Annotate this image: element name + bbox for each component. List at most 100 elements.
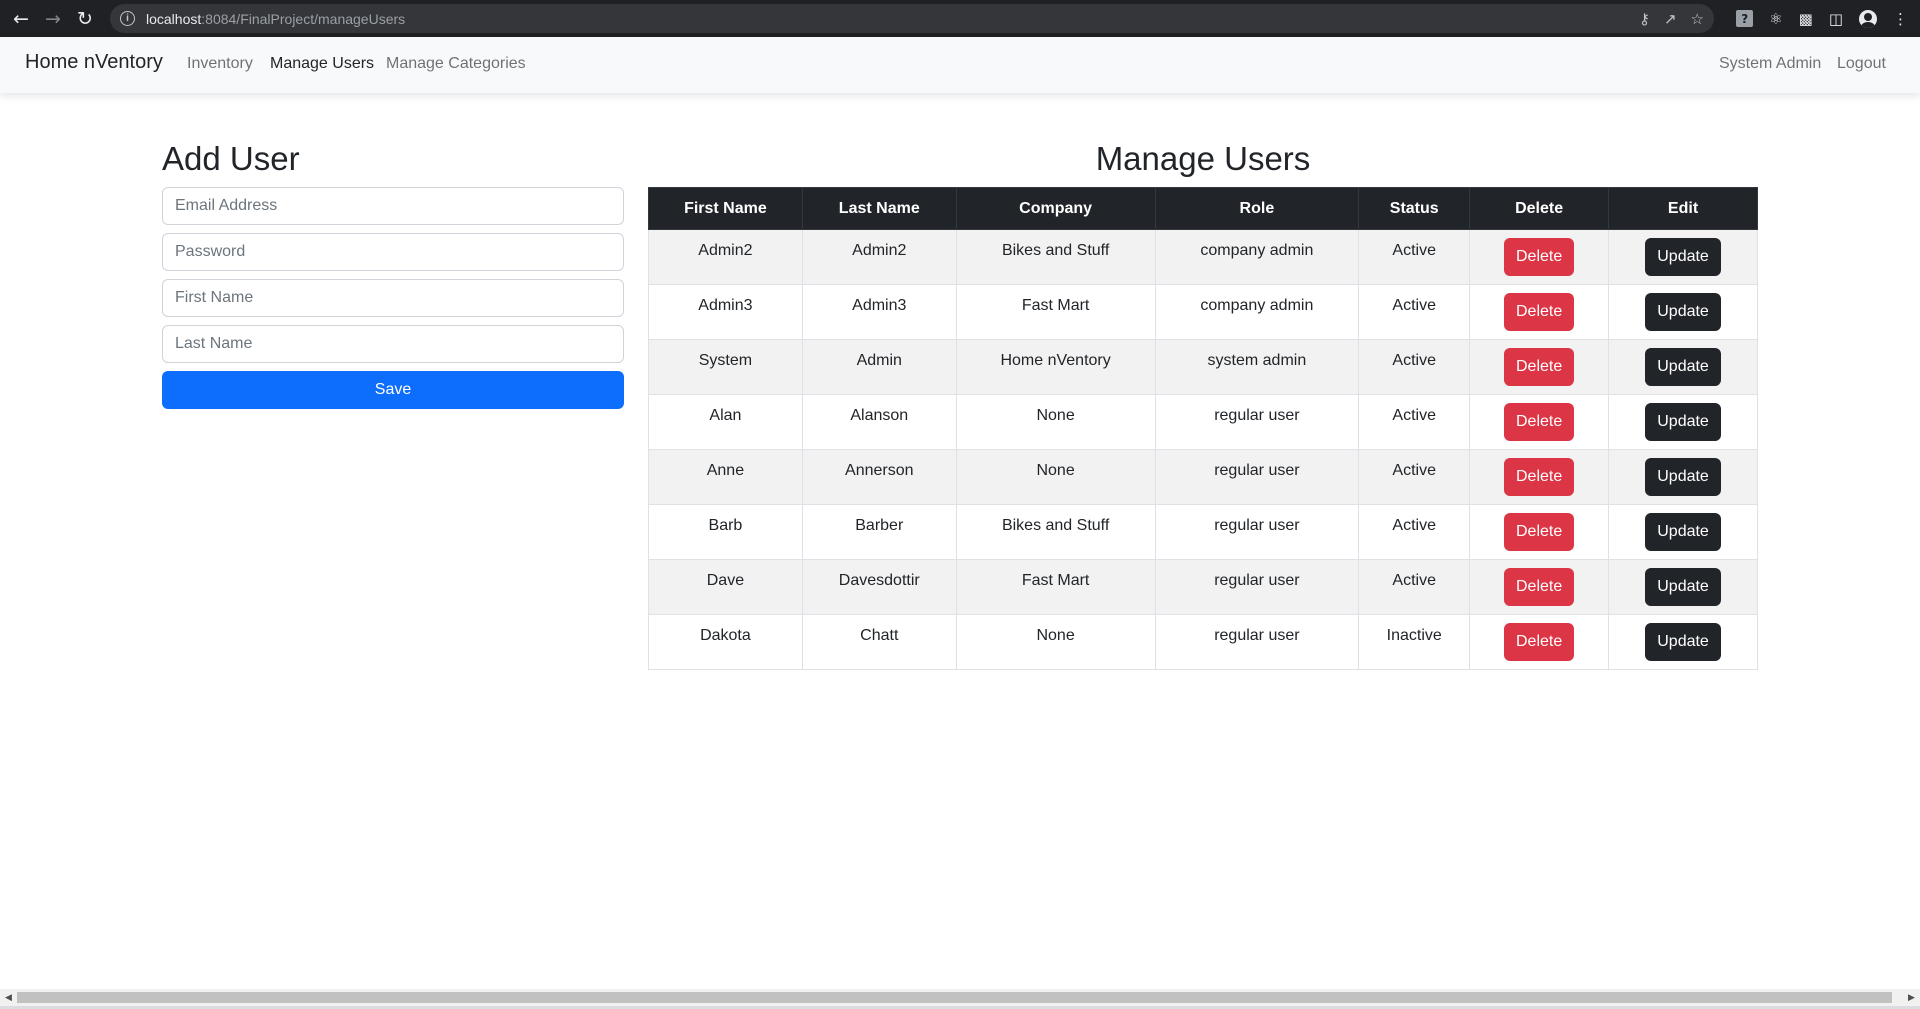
cell-edit: Update — [1608, 449, 1758, 505]
cell-edit: Update — [1608, 229, 1758, 285]
cell-company: Bikes and Stuff — [955, 504, 1156, 560]
nav-user-name[interactable]: System Admin — [1719, 55, 1821, 73]
cell-role: company admin — [1154, 284, 1360, 340]
scroll-right-icon[interactable]: ▶ — [1903, 989, 1920, 1006]
cell-role: company admin — [1154, 229, 1360, 285]
scroll-left-icon[interactable]: ◀ — [0, 989, 17, 1006]
extension-help-icon[interactable]: ? — [1736, 10, 1754, 27]
update-button[interactable]: Update — [1645, 458, 1721, 496]
cell-role: regular user — [1154, 449, 1360, 505]
delete-button[interactable]: Delete — [1503, 568, 1575, 606]
extension-atom-icon[interactable]: ⚛ — [1769, 10, 1782, 28]
puzzle-icon[interactable]: ▩ — [1799, 10, 1813, 28]
cell-role: regular user — [1154, 614, 1360, 670]
share-icon[interactable]: ↗ — [1664, 10, 1677, 28]
column-header: Status — [1358, 187, 1471, 230]
cell-company: Fast Mart — [955, 284, 1156, 340]
site-info-icon[interactable]: i — [120, 11, 135, 26]
cell-delete: Delete — [1469, 614, 1610, 670]
password-field[interactable] — [162, 233, 624, 271]
cell-role: regular user — [1154, 394, 1360, 450]
delete-button[interactable]: Delete — [1503, 403, 1575, 441]
cell-status: Inactive — [1358, 614, 1471, 670]
column-header: Last Name — [801, 187, 957, 230]
cell-edit: Update — [1608, 504, 1758, 560]
nav-inventory[interactable]: Inventory — [187, 55, 253, 73]
update-button[interactable]: Update — [1645, 238, 1721, 276]
update-button[interactable]: Update — [1645, 623, 1721, 661]
reload-icon[interactable]: ↻ — [69, 0, 101, 37]
scrollbar-thumb[interactable] — [17, 992, 1892, 1003]
forward-icon[interactable]: → — [37, 0, 69, 37]
cell-first-name: Admin3 — [648, 284, 803, 340]
users-table: First Name Last Name Company Role Status… — [648, 187, 1758, 670]
cell-edit: Update — [1608, 559, 1758, 615]
nav-manage-users[interactable]: Manage Users — [270, 55, 374, 73]
delete-button[interactable]: Delete — [1503, 623, 1575, 661]
cell-status: Active — [1358, 229, 1471, 285]
add-user-title: Add User — [162, 140, 300, 177]
cell-status: Active — [1358, 449, 1471, 505]
kebab-menu-icon[interactable]: ⋮ — [1893, 10, 1908, 28]
first-name-field[interactable] — [162, 279, 624, 317]
delete-button[interactable]: Delete — [1503, 513, 1575, 551]
cell-status: Active — [1358, 559, 1471, 615]
cell-delete: Delete — [1469, 284, 1610, 340]
update-button[interactable]: Update — [1645, 513, 1721, 551]
back-icon[interactable]: ← — [5, 0, 37, 37]
cell-last-name: Annerson — [801, 449, 957, 505]
update-button[interactable]: Update — [1645, 403, 1721, 441]
nav-logout[interactable]: Logout — [1837, 55, 1886, 73]
cell-last-name: Admin2 — [801, 229, 957, 285]
delete-button[interactable]: Delete — [1503, 238, 1575, 276]
last-name-field[interactable] — [162, 325, 624, 363]
delete-button[interactable]: Delete — [1503, 348, 1575, 386]
cell-edit: Update — [1608, 339, 1758, 395]
table-row: Admin3 Admin3 Fast Mart company admin Active… — [648, 284, 1758, 340]
cell-delete: Delete — [1469, 504, 1610, 560]
url-path: :8084/FinalProject/manageUsers — [201, 10, 406, 27]
table-row: Admin2 Admin2 Bikes and Stuff company admin… — [648, 229, 1758, 285]
table-row: Alan Alanson None regular user Active Delete U… — [648, 394, 1758, 450]
cell-last-name: Chatt — [801, 614, 957, 670]
table-row: Dave Davesdottir Fast Mart regular user Acti… — [648, 559, 1758, 615]
cell-status: Active — [1358, 339, 1471, 395]
star-icon[interactable]: ☆ — [1691, 10, 1704, 28]
brand-link[interactable]: Home nVentory — [25, 51, 163, 74]
delete-button[interactable]: Delete — [1503, 458, 1575, 496]
nav-manage-categories[interactable]: Manage Categories — [386, 55, 526, 73]
cell-company: None — [955, 394, 1156, 450]
table-row: System Admin Home nVentory system admin Acti… — [648, 339, 1758, 395]
cell-delete: Delete — [1469, 339, 1610, 395]
email-field[interactable] — [162, 187, 624, 225]
key-icon[interactable]: ⚷ — [1639, 10, 1650, 28]
cell-last-name: Davesdottir — [801, 559, 957, 615]
cell-first-name: Barb — [648, 504, 803, 560]
cell-role: regular user — [1154, 559, 1360, 615]
cell-company: Bikes and Stuff — [955, 229, 1156, 285]
column-header: First Name — [648, 187, 803, 230]
cell-delete: Delete — [1469, 229, 1610, 285]
save-button[interactable]: Save — [162, 371, 624, 409]
column-header: Company — [955, 187, 1156, 230]
cell-status: Active — [1358, 394, 1471, 450]
delete-button[interactable]: Delete — [1503, 293, 1575, 331]
cell-edit: Update — [1608, 394, 1758, 450]
column-header: Role — [1154, 187, 1360, 230]
cell-role: regular user — [1154, 504, 1360, 560]
cell-status: Active — [1358, 284, 1471, 340]
address-bar[interactable]: i localhost:8084/FinalProject/manageUser… — [110, 4, 1714, 33]
table-row: Barb Barber Bikes and Stuff regular user Act… — [648, 504, 1758, 560]
cell-first-name: Alan — [648, 394, 803, 450]
horizontal-scrollbar[interactable]: ◀ ▶ — [0, 989, 1920, 1006]
cell-first-name: System — [648, 339, 803, 395]
update-button[interactable]: Update — [1645, 293, 1721, 331]
table-row: Anne Annerson None regular user Active Delete… — [648, 449, 1758, 505]
side-panel-icon[interactable]: ◫ — [1829, 10, 1843, 28]
cell-first-name: Dave — [648, 559, 803, 615]
profile-icon[interactable] — [1859, 9, 1877, 28]
table-row: Dakota Chatt None regular user Inactive Delet… — [648, 614, 1758, 670]
cell-status: Active — [1358, 504, 1471, 560]
update-button[interactable]: Update — [1645, 568, 1721, 606]
update-button[interactable]: Update — [1645, 348, 1721, 386]
